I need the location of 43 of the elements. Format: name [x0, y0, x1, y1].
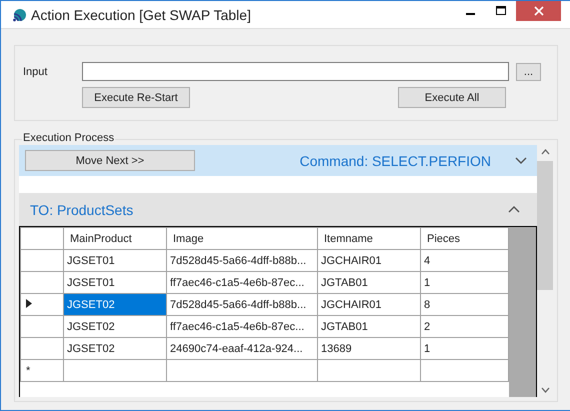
table-cell: JGTAB01 — [318, 316, 420, 338]
window-title: Action Execution [Get SWAP Table] — [31, 6, 252, 22]
scroll-up-icon — [540, 149, 550, 155]
table-cell: 8 — [420, 294, 508, 316]
chevron-icon[interactable] — [508, 206, 520, 213]
browse-button[interactable]: ... — [516, 62, 541, 80]
execute-all-button[interactable]: Execute All — [398, 87, 506, 108]
target-title: TO: ProductSets — [30, 202, 134, 218]
input-field[interactable] — [82, 62, 509, 81]
restart-button[interactable]: Execute Re-Start — [82, 87, 190, 108]
table-cell: 1 — [420, 272, 508, 294]
table-cell: 7d528d45-5a66-4dff-b88b... — [166, 250, 318, 272]
table-cell: 24690c74-eaaf-412a-924... — [166, 338, 318, 360]
table-cell: JGCHAIR01 — [318, 294, 420, 316]
column-header[interactable]: Pieces — [420, 228, 508, 250]
table-cell: JGSET02 — [64, 338, 166, 360]
column-header[interactable]: Image — [166, 228, 318, 250]
table-cell: ff7aec46-c1a5-4e6b-87ec... — [166, 272, 318, 294]
scroll-thumb[interactable] — [537, 161, 553, 290]
scroll-down-icon — [540, 387, 550, 393]
chevron-icon[interactable] — [515, 157, 527, 164]
group-title: Execution Process — [22, 132, 116, 144]
app-icon — [12, 8, 26, 22]
column-header[interactable]: MainProduct — [64, 228, 166, 250]
table-cell: 1 — [420, 338, 508, 360]
table-cell: 7d528d45-5a66-4dff-b88b... — [166, 294, 318, 316]
command-title: Command: SELECT.PERFION — [298, 152, 491, 168]
table-cell: ff7aec46-c1a5-4e6b-87ec... — [166, 316, 318, 338]
row-header[interactable] — [20, 294, 64, 316]
table-cell: JGCHAIR01 — [318, 250, 420, 272]
table-cell: JGSET02 — [64, 316, 166, 338]
new-row-marker: * — [20, 360, 64, 382]
table-cell: JGTAB01 — [318, 272, 420, 294]
input-label: Input — [23, 66, 48, 78]
table-cell: JGSET02 — [64, 294, 166, 316]
move-next-button[interactable]: Move Next >> — [25, 150, 195, 171]
close-icon — [534, 6, 544, 16]
table-cell: 13689 — [318, 338, 420, 360]
table-cell: 4 — [420, 250, 508, 272]
column-header[interactable]: Itemname — [318, 228, 420, 250]
close-button[interactable] — [516, 1, 561, 21]
table-cell: JGSET01 — [64, 250, 166, 272]
table-cell: 2 — [420, 316, 508, 338]
